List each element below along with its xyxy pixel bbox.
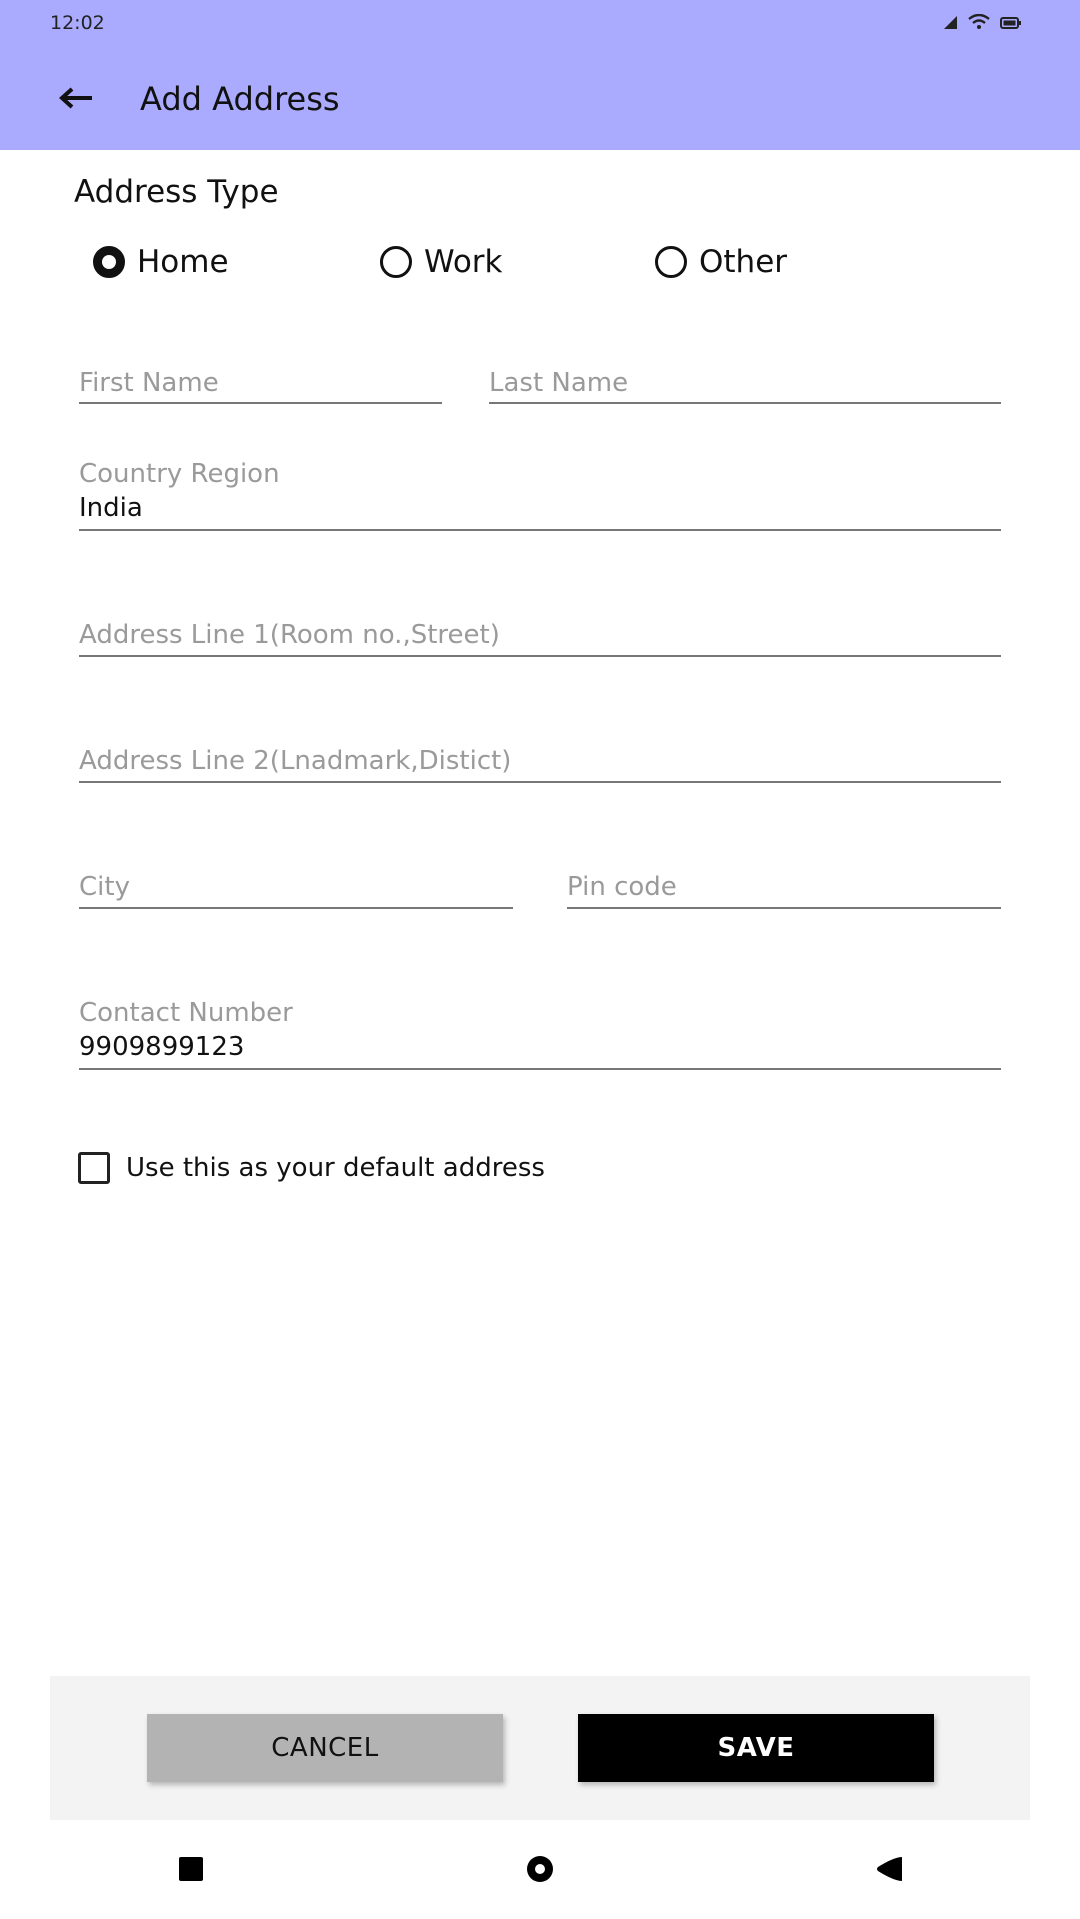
first-name-placeholder: First Name (79, 368, 219, 398)
radio-home-label: Home (137, 244, 229, 280)
back-arrow-icon (58, 87, 94, 113)
address-line2-field[interactable]: Address Line 2(Lnadmark,Distict) (79, 740, 1001, 783)
back-button[interactable] (50, 78, 102, 122)
radio-work-label: Work (424, 244, 503, 280)
radio-work[interactable]: Work (380, 244, 503, 280)
signal-icon (942, 14, 958, 34)
status-time: 12:02 (50, 12, 105, 34)
country-region-field[interactable]: Country Region India (79, 456, 1001, 531)
cancel-button[interactable]: CANCEL (147, 1714, 503, 1782)
back-triangle-icon (874, 1855, 904, 1887)
radio-other-circle (655, 246, 687, 278)
status-icons (942, 13, 1022, 34)
recents-square-icon (178, 1856, 204, 1886)
radio-other-label: Other (699, 244, 788, 280)
system-nav-bar (0, 1830, 1080, 1919)
default-address-label: Use this as your default address (126, 1153, 545, 1183)
save-button[interactable]: SAVE (578, 1714, 934, 1782)
action-panel: CANCEL SAVE (50, 1676, 1030, 1820)
page-title: Add Address (140, 80, 340, 118)
pin-code-field[interactable]: Pin code (567, 866, 1001, 909)
radio-home[interactable]: Home (93, 244, 229, 280)
home-button[interactable] (510, 1846, 570, 1896)
nav-back-button[interactable] (859, 1846, 919, 1896)
wifi-icon (968, 13, 990, 34)
address-type-title: Address Type (74, 174, 279, 210)
address-line1-placeholder: Address Line 1(Room no.,Street) (79, 620, 500, 650)
radio-other[interactable]: Other (655, 244, 787, 280)
radio-home-circle (93, 246, 125, 278)
default-address-checkbox-row[interactable]: Use this as your default address (78, 1152, 545, 1184)
radio-work-circle (380, 246, 412, 278)
country-region-value: India (79, 493, 143, 523)
add-address-screen: 12:02 Add Address Address Type Home Work… (0, 0, 1080, 1919)
city-field[interactable]: City (79, 866, 513, 909)
address-line2-placeholder: Address Line 2(Lnadmark,Distict) (79, 746, 512, 776)
contact-number-label: Contact Number (79, 998, 293, 1028)
first-name-field[interactable]: First Name (79, 362, 442, 404)
last-name-placeholder: Last Name (489, 368, 629, 398)
city-placeholder: City (79, 872, 130, 902)
app-bar: 12:02 Add Address (0, 0, 1080, 150)
default-address-checkbox[interactable] (78, 1152, 110, 1184)
contact-number-value: 9909899123 (79, 1032, 245, 1062)
country-region-label: Country Region (79, 459, 280, 489)
recents-button[interactable] (161, 1846, 221, 1896)
contact-number-field[interactable]: Contact Number 9909899123 (79, 995, 1001, 1070)
battery-icon (1000, 15, 1022, 34)
home-circle-icon (526, 1855, 554, 1887)
pin-code-placeholder: Pin code (567, 872, 677, 902)
address-line1-field[interactable]: Address Line 1(Room no.,Street) (79, 614, 1001, 657)
last-name-field[interactable]: Last Name (489, 362, 1001, 404)
